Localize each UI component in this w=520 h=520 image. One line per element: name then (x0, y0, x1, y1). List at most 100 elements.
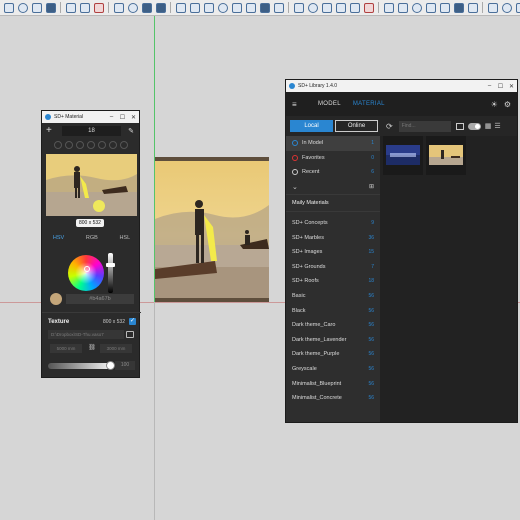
preset-circle[interactable] (108, 141, 117, 149)
material-category-item[interactable]: Dark theme_Lavender 56 (286, 333, 380, 348)
toolbar-tool-icon[interactable] (307, 2, 318, 13)
material-category-item[interactable]: SD+ Marbles 36 (286, 230, 380, 245)
toolbar-tool-icon[interactable] (439, 2, 450, 13)
preset-circle[interactable] (86, 141, 95, 149)
toolbar-tool-icon[interactable] (259, 2, 270, 13)
material-category-item[interactable]: SD+ Concepts 9 (286, 216, 380, 231)
my-materials-header[interactable]: Maily Materials (286, 193, 380, 212)
toolbar-tool-icon[interactable] (383, 2, 394, 13)
preset-circle[interactable] (97, 141, 106, 149)
opacity-value[interactable]: 100 (115, 361, 135, 370)
view-toggle[interactable] (467, 122, 481, 130)
material-thumbnail[interactable] (383, 136, 423, 175)
maximize-button[interactable]: ☐ (117, 114, 128, 121)
preset-circle[interactable] (53, 141, 62, 149)
toolbar-tool-icon[interactable] (79, 2, 90, 13)
link-icon[interactable]: ⛓ (88, 344, 96, 353)
maximize-button[interactable]: ☐ (495, 83, 506, 90)
sun-icon[interactable]: ☀ (491, 100, 498, 109)
new-folder-icon[interactable]: ⊞ (369, 183, 374, 190)
color-swatch[interactable] (50, 293, 62, 305)
local-button[interactable]: Local (290, 120, 333, 132)
gear-icon[interactable]: ⚙ (504, 100, 511, 109)
toolbar-tool-icon[interactable] (189, 2, 200, 13)
toolbar-tool-icon[interactable] (17, 2, 28, 13)
toolbar-tool-icon[interactable] (217, 2, 228, 13)
preset-circle[interactable] (64, 141, 73, 149)
material-category-item[interactable]: SD+ Roofs 18 (286, 274, 380, 289)
minimize-button[interactable]: – (106, 114, 117, 120)
tab-material[interactable]: MATERIAL (353, 101, 385, 107)
texture-path-input[interactable]: D:\Dropbox\SD-Thu.vaso7 (48, 330, 124, 339)
width-input[interactable]: 5000 mm (50, 344, 82, 353)
toolbar-tool-icon[interactable] (231, 2, 242, 13)
tab-hsv[interactable]: HSV (53, 235, 64, 241)
find-input[interactable]: Find... (398, 120, 451, 132)
toolbar-tool-icon[interactable] (127, 2, 138, 13)
toolbar-tool-icon[interactable] (203, 2, 214, 13)
material-number-field[interactable]: 18 (62, 125, 121, 136)
opacity-slider-knob[interactable] (106, 361, 115, 370)
texture-checkbox[interactable]: ✓ (129, 318, 136, 325)
toolbar-tool-icon[interactable] (363, 2, 374, 13)
value-slider-knob[interactable] (106, 263, 115, 267)
minimize-button[interactable]: – (484, 83, 495, 89)
grid-icon[interactable]: ▦ (485, 122, 492, 130)
toolbar-tool-icon[interactable] (293, 2, 304, 13)
material-thumbnail[interactable] (426, 136, 466, 175)
preset-circle[interactable] (119, 141, 128, 149)
material-category-item[interactable]: SD+ Images 15 (286, 245, 380, 260)
image-icon[interactable] (455, 122, 464, 130)
toolbar-tool-icon[interactable] (321, 2, 332, 13)
toolbar-tool-icon[interactable] (65, 2, 76, 13)
toolbar-tool-icon[interactable] (93, 2, 104, 13)
toolbar-tool-icon[interactable] (501, 2, 512, 13)
close-button[interactable]: ✕ (506, 83, 517, 90)
value-slider[interactable] (108, 253, 113, 293)
material-category-item[interactable]: Basic 56 (286, 289, 380, 304)
color-wheel[interactable] (68, 255, 104, 291)
toolbar-tool-icon[interactable] (411, 2, 422, 13)
toolbar-tool-icon[interactable] (113, 2, 124, 13)
toolbar-tool-icon[interactable] (335, 2, 346, 13)
material-category-item[interactable]: SD+ Grounds 7 (286, 260, 380, 275)
add-material-button[interactable]: + (46, 125, 56, 136)
chevron-down-icon[interactable]: ⌄ (292, 183, 298, 191)
toolbar-tool-icon[interactable] (467, 2, 478, 13)
toolbar-tool-icon[interactable] (245, 2, 256, 13)
folder-icon[interactable] (126, 331, 134, 338)
toolbar-tool-icon[interactable] (141, 2, 152, 13)
scene-image[interactable] (155, 157, 269, 302)
eyedropper-icon[interactable]: ✎ (127, 127, 135, 135)
height-input[interactable]: 3000 mm (100, 344, 132, 353)
toolbar-tool-icon[interactable] (453, 2, 464, 13)
material-category-item[interactable]: Dark theme_Caro 56 (286, 318, 380, 333)
tab-hsl[interactable]: HSL (119, 235, 130, 241)
toolbar-tool-icon[interactable] (487, 2, 498, 13)
sync-icon[interactable]: ⟳ (386, 122, 393, 131)
close-button[interactable]: ✕ (128, 114, 139, 121)
toolbar-tool-icon[interactable] (3, 2, 14, 13)
material-category-item[interactable]: Dark theme_Purple 56 (286, 347, 380, 362)
category-in-model[interactable]: In Model 1 (286, 136, 380, 151)
wheel-knob[interactable] (84, 266, 90, 272)
toolbar-tool-icon[interactable] (175, 2, 186, 13)
material-category-item[interactable]: Minimalist_Blueprint 56 (286, 376, 380, 391)
toolbar-tool-icon[interactable] (425, 2, 436, 13)
material-category-item[interactable]: Minimalist_Concrete 56 (286, 391, 380, 406)
material-preview[interactable] (46, 154, 137, 216)
menu-icon[interactable]: ≡ (292, 100, 306, 109)
list-icon[interactable]: ☰ (494, 122, 500, 130)
material-category-item[interactable]: Greyscale 56 (286, 362, 380, 377)
tab-model[interactable]: MODEL (318, 101, 341, 107)
category-favorites[interactable]: Favorites 0 (286, 151, 380, 166)
category-recent[interactable]: Recent 6 (286, 165, 380, 180)
toolbar-tool-icon[interactable] (273, 2, 284, 13)
toolbar-tool-icon[interactable] (515, 2, 520, 13)
toolbar-tool-icon[interactable] (349, 2, 360, 13)
tab-rgb[interactable]: RGB (86, 235, 98, 241)
preset-circle[interactable] (75, 141, 84, 149)
toolbar-tool-icon[interactable] (31, 2, 42, 13)
toolbar-tool-icon[interactable] (155, 2, 166, 13)
toolbar-tool-icon[interactable] (45, 2, 56, 13)
